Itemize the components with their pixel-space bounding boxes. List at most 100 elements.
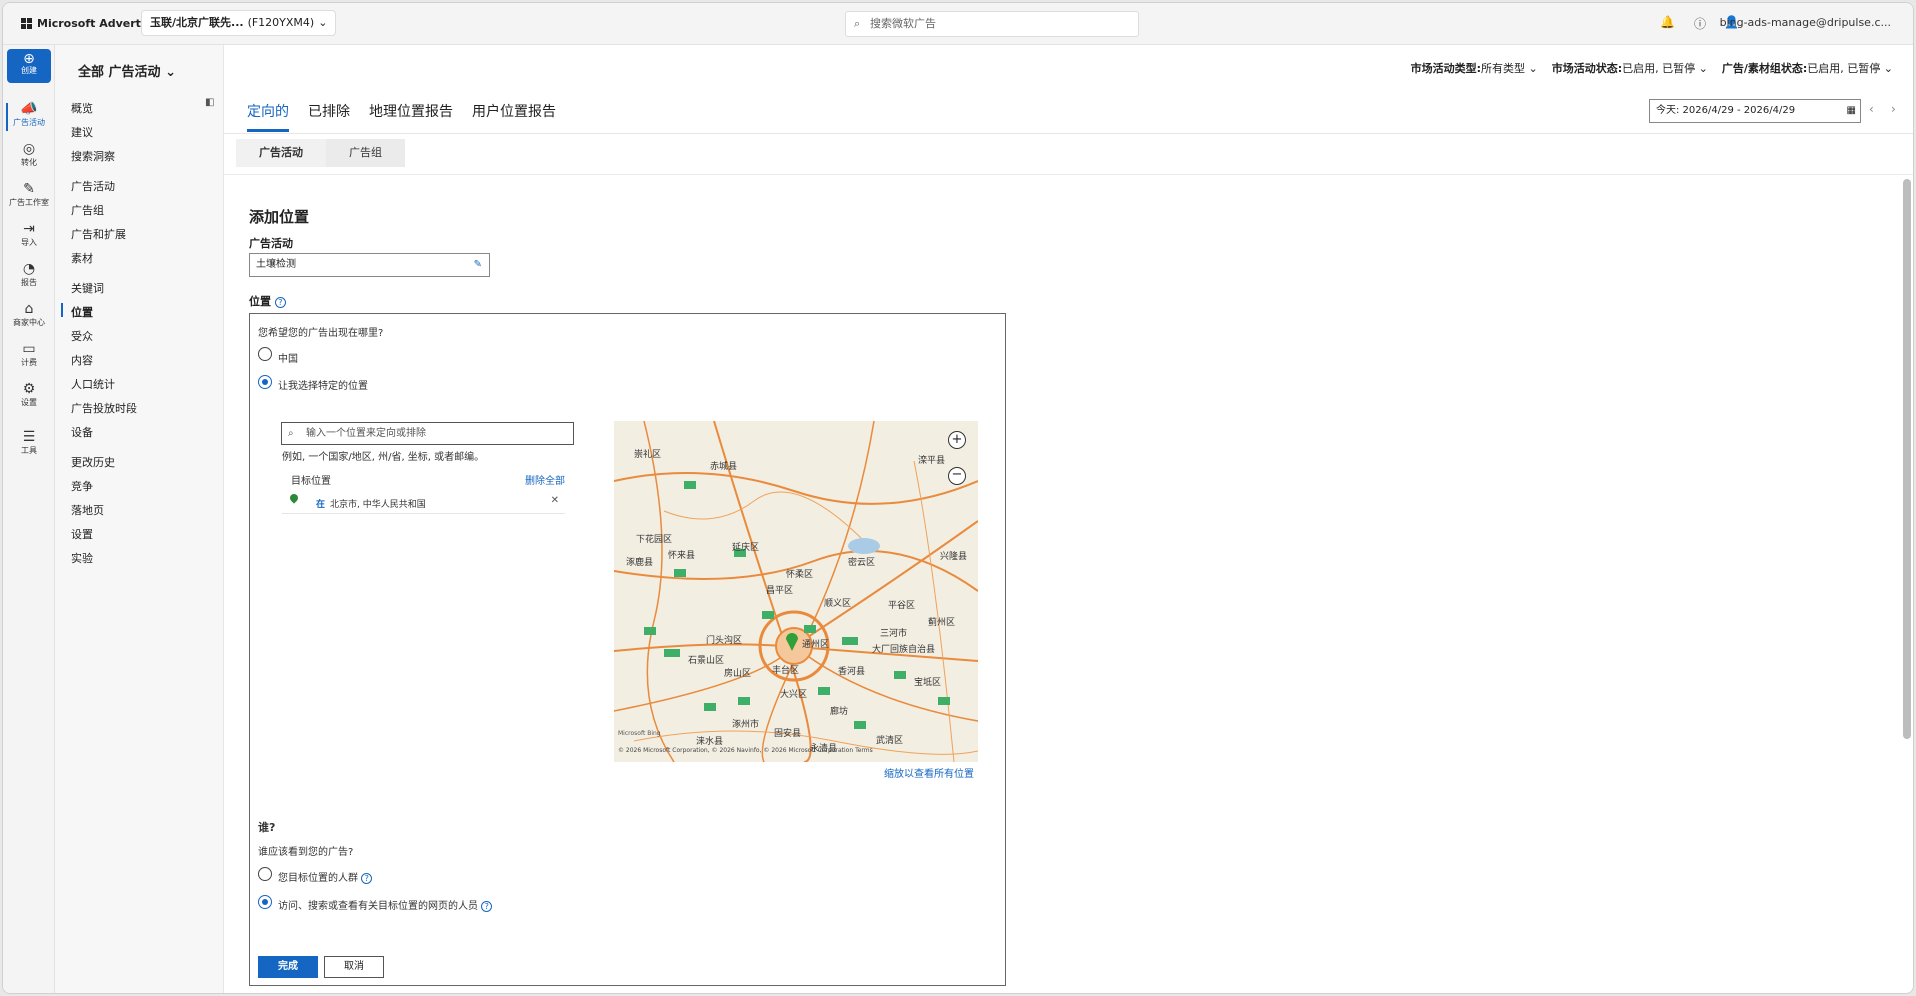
sidebar-item-campaigns[interactable]: 广告活动	[71, 178, 115, 194]
tab-user-location-report[interactable]: 用户位置报告	[472, 101, 556, 132]
sidebar-item-recommendations[interactable]: 建议	[71, 124, 93, 140]
nav-billing[interactable]: ▭ 计费	[3, 341, 55, 368]
level-subtabs: 广告活动 广告组	[236, 139, 405, 167]
map-label: 通州区	[802, 640, 830, 650]
map-label: 廊坊	[830, 707, 849, 717]
target-header: 目标位置	[291, 476, 331, 487]
user-email[interactable]: bing-ads-manage@dripulse.c...	[1720, 16, 1891, 29]
global-search-input[interactable]: ⌕ 搜索微软广告	[845, 11, 1139, 37]
sidebar-item-assets[interactable]: 素材	[71, 250, 93, 266]
sidebar-item-competition[interactable]: 竞争	[71, 478, 93, 494]
sidebar-item-demographics[interactable]: 人口统计	[71, 376, 115, 392]
map-label: 门头沟区	[706, 636, 743, 646]
help-icon[interactable]: ?	[361, 872, 373, 884]
search-icon: ⌕	[854, 17, 861, 30]
sidebar-item-keywords[interactable]: 关键词	[71, 280, 104, 296]
zoom-in-icon[interactable]: +	[948, 431, 966, 449]
campaign-field[interactable]: 土壤检测 ✎	[249, 253, 490, 277]
prev-date-icon[interactable]: ‹	[1869, 102, 1874, 116]
map-label: 房山区	[724, 669, 752, 679]
next-date-icon[interactable]: ›	[1891, 102, 1896, 116]
chevron-down-icon: ⌄	[165, 65, 176, 80]
sidebar-item-locations[interactable]: 位置	[61, 303, 93, 320]
cancel-button[interactable]: 取消	[324, 956, 384, 978]
filter-ad-status[interactable]: 广告/素材组状态:已启用, 已暂停 ⌄	[1722, 60, 1893, 76]
tab-geo-report[interactable]: 地理位置报告	[369, 101, 453, 132]
left-nav-rail: ⊕ 创建 📣 广告活动 ◎ 转化 ✎ 广告工作室 ⇥ 导入 ◔ 报告 ⌂ 商家中心 ▭ 计费 …	[3, 45, 55, 993]
megaphone-icon: 📣	[20, 101, 38, 117]
location-search-input[interactable]: ⌕ 输入一个位置来定向或排除	[281, 422, 574, 445]
nav-label: 转化	[21, 158, 37, 167]
subtab-ad-group[interactable]: 广告组	[326, 139, 405, 167]
bing-logo: Microsoft Bing	[618, 730, 661, 737]
map-label: 固安县	[774, 729, 802, 739]
collapse-sidebar-icon[interactable]: ◧	[205, 97, 214, 108]
create-button[interactable]: ⊕ 创建	[7, 49, 51, 83]
pencil-icon[interactable]: ✎	[474, 254, 482, 276]
app-window: Microsoft Advertising 玉联/北京广联先... (F120Y…	[2, 2, 1914, 994]
sidebar-item-experiments[interactable]: 实验	[71, 550, 93, 566]
nav-ad-studio[interactable]: ✎ 广告工作室	[3, 181, 55, 208]
date-range-value: 今天: 2026/4/29 - 2026/4/29	[1656, 105, 1796, 116]
help-icon[interactable]: ?	[481, 900, 493, 912]
filter-campaign-status[interactable]: 市场活动状态:已启用, 已暂停 ⌄	[1552, 60, 1708, 76]
close-icon[interactable]: ✕	[551, 495, 559, 506]
help-icon[interactable]: ?	[274, 296, 286, 308]
nav-merchant-center[interactable]: ⌂ 商家中心	[3, 301, 55, 328]
filter-label: 市场活动类型:	[1410, 62, 1482, 75]
tab-excluded[interactable]: 已排除	[308, 101, 350, 132]
filter-label: 市场活动状态:	[1551, 62, 1623, 75]
zoom-to-all-link[interactable]: 缩放以查看所有位置	[884, 765, 974, 780]
sidebar-item-landing-pages[interactable]: 落地页	[71, 502, 104, 518]
radio-specific-locations[interactable]	[258, 375, 272, 389]
nav-label: 工具	[21, 446, 37, 455]
sidebar-item-audiences[interactable]: 受众	[71, 328, 93, 344]
map-label: 兴隆县	[940, 552, 968, 562]
radio-people-interested[interactable]	[258, 895, 272, 909]
nav-reports[interactable]: ◔ 报告	[3, 261, 55, 288]
radio-people-in-location[interactable]	[258, 867, 272, 881]
nav-label: 设置	[21, 398, 37, 407]
radio-china[interactable]	[258, 347, 272, 361]
done-button[interactable]: 完成	[258, 956, 318, 978]
sidebar-item-change-history[interactable]: 更改历史	[71, 454, 115, 470]
bell-icon[interactable]: 🔔	[1660, 15, 1675, 29]
filter-campaign-type[interactable]: 市场活动类型:所有类型 ⌄	[1411, 60, 1538, 76]
zoom-out-icon[interactable]: −	[948, 467, 966, 485]
sidebar-item-search-insights[interactable]: 搜索洞察	[71, 148, 115, 164]
map-label: 蓟州区	[928, 618, 956, 628]
who-opt1-text: 您目标位置的人群	[278, 873, 358, 884]
nav-conversions[interactable]: ◎ 转化	[3, 141, 55, 168]
account-id: (F120YXM4)	[247, 16, 315, 29]
sidebar-item-content[interactable]: 内容	[71, 352, 93, 368]
location-label-text: 位置	[249, 295, 271, 308]
calendar-icon: ▦	[1846, 105, 1856, 116]
map-label: 平谷区	[888, 601, 916, 611]
sidebar-item-settings[interactable]: 设置	[71, 526, 93, 542]
map-label: 怀柔区	[786, 570, 814, 580]
nav-campaigns[interactable]: 📣 广告活动	[3, 101, 55, 131]
help-icon[interactable]: ⓘ	[1694, 15, 1706, 32]
account-selector[interactable]: 玉联/北京广联先... (F120YXM4) ⌄	[141, 10, 337, 36]
secondary-sidebar: ◧ 概览 建议 搜索洞察 广告活动 广告组 广告和扩展 素材 关键词 位置 受众…	[55, 45, 224, 993]
sidebar-item-ads-extensions[interactable]: 广告和扩展	[71, 226, 126, 242]
tab-targeted[interactable]: 定向的	[247, 101, 289, 132]
nav-import[interactable]: ⇥ 导入	[3, 221, 55, 248]
sidebar-item-overview[interactable]: 概览	[71, 100, 93, 116]
nav-label: 报告	[21, 278, 37, 287]
scope-selector[interactable]: 全部 广告活动 ⌄	[78, 61, 176, 80]
account-name: 玉联/北京广联先...	[150, 16, 244, 29]
date-range-picker[interactable]: 今天: 2026/4/29 - 2026/4/29 ▦	[1649, 99, 1861, 123]
nav-tools[interactable]: ☰ 工具	[3, 429, 55, 456]
top-bar: Microsoft Advertising 玉联/北京广联先... (F120Y…	[3, 3, 1913, 45]
sidebar-item-ad-groups[interactable]: 广告组	[71, 202, 104, 218]
sidebar-item-devices[interactable]: 设备	[71, 424, 93, 440]
page-scrollbar[interactable]	[1903, 179, 1911, 739]
nav-settings[interactable]: ⚙ 设置	[3, 381, 55, 408]
location-map[interactable]: + − 崇礼区 赤城县 滦平县 下花园区 延庆区 怀来县 涿鹿县 密云区 兴隆县…	[614, 421, 978, 762]
sidebar-item-ad-schedule[interactable]: 广告投放时段	[71, 400, 137, 416]
subtab-campaign[interactable]: 广告活动	[236, 139, 326, 167]
map-label: 滦平县	[918, 456, 946, 466]
delete-all-link[interactable]: 删除全部	[525, 472, 565, 487]
map-label: 大兴区	[780, 690, 808, 700]
